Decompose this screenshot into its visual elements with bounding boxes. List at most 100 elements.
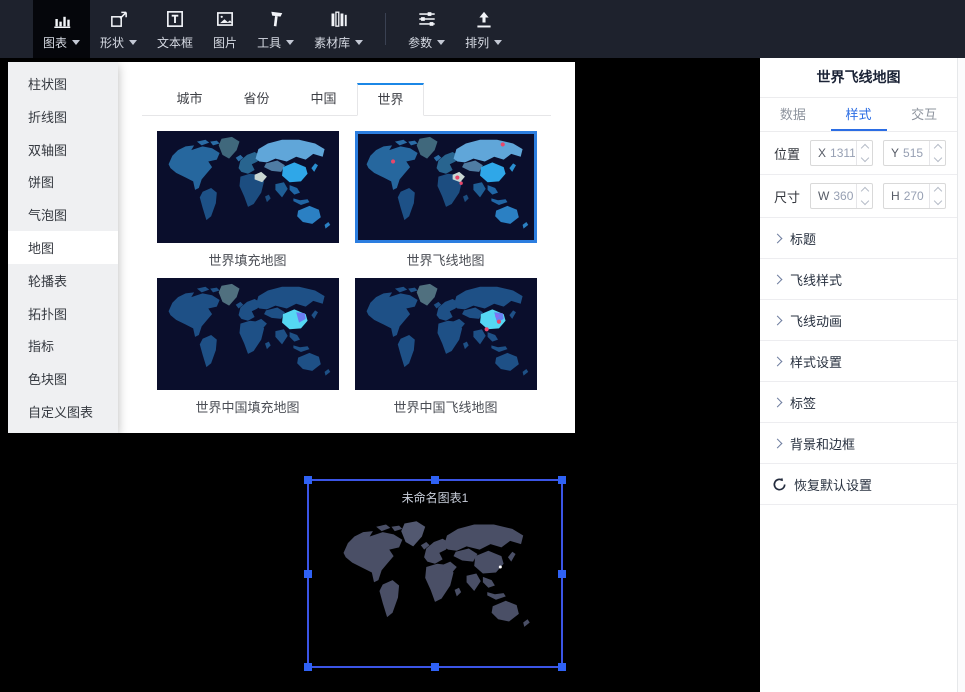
x-stepper[interactable] [856, 141, 872, 165]
h-value: 270 [904, 189, 924, 203]
world-china-flight-thumbnail[interactable] [355, 278, 537, 390]
chevron-right-icon [773, 356, 783, 366]
tab-china[interactable]: 中国 [290, 83, 357, 115]
tab-city[interactable]: 城市 [156, 83, 223, 115]
world-china-fill-thumbnail[interactable] [157, 278, 339, 390]
canvas-world-map [337, 519, 533, 639]
x-position-input[interactable]: X 1311 [810, 140, 873, 166]
map-option-label: 世界飞线地图 [355, 250, 537, 269]
toolbar-charts-label: 图表 [43, 34, 67, 51]
h-stepper[interactable] [929, 184, 945, 208]
menu-item-color-block[interactable]: 色块图 [8, 362, 118, 395]
position-row: 位置 X 1311 Y 515 [760, 132, 957, 175]
toolbar-tools-button[interactable]: 工具 [247, 0, 304, 58]
world-fill-thumbnail[interactable] [157, 131, 339, 243]
menu-item-carousel-table[interactable]: 轮播表 [8, 264, 118, 297]
size-label: 尺寸 [774, 187, 800, 206]
section-background-border[interactable]: 背景和边框 [760, 423, 957, 464]
toolbar-material-library-label: 素材库 [314, 34, 350, 51]
resize-handle-nw[interactable] [304, 476, 312, 484]
resize-handle-se[interactable] [558, 663, 566, 671]
y-value: 515 [903, 146, 923, 160]
menu-item-dual-axis-chart[interactable]: 双轴图 [8, 133, 118, 166]
decrement-icon[interactable] [860, 154, 868, 162]
tab-province[interactable]: 省份 [223, 83, 290, 115]
chevron-right-icon [773, 315, 783, 325]
inspector-title: 世界飞线地图 [760, 58, 957, 98]
increment-icon[interactable] [860, 187, 868, 195]
map-thumbnail-grid: 世界填充地图 世界飞线地图 世界中国填充地图 世界中国飞线地图 [118, 131, 575, 425]
resize-handle-s[interactable] [431, 663, 439, 671]
tab-interaction[interactable]: 交互 [891, 98, 957, 131]
toolbar-charts-button[interactable]: 图表 [33, 0, 90, 58]
chevron-right-icon [773, 233, 783, 243]
resize-handle-n[interactable] [431, 476, 439, 484]
map-gallery-tabs: 城市 省份 中国 世界 [142, 83, 551, 116]
inspector-panel: 世界飞线地图 数据 样式 交互 位置 X 1311 Y 515 尺寸 W 360 [760, 58, 957, 692]
tab-data[interactable]: 数据 [760, 98, 826, 131]
inspector-tabs: 数据 样式 交互 [760, 98, 957, 132]
toolbar-material-library-button[interactable]: 素材库 [304, 0, 373, 58]
menu-item-topology[interactable]: 拓扑图 [8, 297, 118, 330]
section-title[interactable]: 标题 [760, 218, 957, 259]
toolbar-parameters-button[interactable]: 参数 [398, 0, 455, 58]
map-option-world-fill[interactable]: 世界填充地图 [157, 131, 339, 278]
decrement-icon[interactable] [933, 197, 941, 205]
section-flight-line-animation[interactable]: 飞线动画 [760, 300, 957, 341]
section-flight-line-style[interactable]: 飞线样式 [760, 259, 957, 300]
world-flight-thumbnail[interactable] [355, 131, 537, 243]
menu-item-bubble-chart[interactable]: 气泡图 [8, 198, 118, 231]
section-style-settings[interactable]: 样式设置 [760, 341, 957, 382]
map-option-label: 世界填充地图 [157, 250, 339, 269]
selected-chart-widget[interactable]: 未命名图表1 [307, 479, 563, 668]
map-option-world-flight[interactable]: 世界飞线地图 [355, 131, 537, 278]
resize-handle-w[interactable] [304, 570, 312, 578]
w-stepper[interactable] [856, 184, 872, 208]
section-labels[interactable]: 标签 [760, 382, 957, 423]
resize-handle-sw[interactable] [304, 663, 312, 671]
toolbar-arrange-label: 排列 [465, 34, 489, 51]
position-label: 位置 [774, 144, 800, 163]
increment-icon[interactable] [933, 187, 941, 195]
decrement-icon[interactable] [933, 154, 941, 162]
chevron-right-icon [773, 397, 783, 407]
menu-item-pie-chart[interactable]: 饼图 [8, 165, 118, 198]
y-prefix-label: Y [891, 146, 899, 160]
tab-world[interactable]: 世界 [357, 83, 424, 116]
menu-item-line-chart[interactable]: 折线图 [8, 100, 118, 133]
chevron-down-icon [72, 40, 80, 45]
resize-handle-ne[interactable] [558, 476, 566, 484]
toolbar-shapes-label: 形状 [100, 34, 124, 51]
chevron-right-icon [773, 274, 783, 284]
resize-handle-e[interactable] [558, 570, 566, 578]
toolbar-shapes-button[interactable]: 形状 [90, 0, 147, 58]
menu-item-bar-chart[interactable]: 柱状图 [8, 67, 118, 100]
width-input[interactable]: W 360 [810, 183, 873, 209]
reset-default-settings-button[interactable]: 恢复默认设置 [760, 464, 957, 505]
increment-icon[interactable] [933, 144, 941, 152]
arrange-icon [473, 8, 495, 30]
increment-icon[interactable] [860, 144, 868, 152]
toolbar-parameters-label: 参数 [408, 34, 432, 51]
tab-style[interactable]: 样式 [826, 98, 892, 131]
toolbar-image-button[interactable]: 图片 [203, 0, 247, 58]
y-position-input[interactable]: Y 515 [883, 140, 946, 166]
x-prefix-label: X [818, 146, 826, 160]
menu-item-custom-chart[interactable]: 自定义图表 [8, 395, 118, 428]
y-stepper[interactable] [929, 141, 945, 165]
top-toolbar: 图表 形状 文本框 图片 工具 [0, 0, 965, 58]
toolbar-arrange-button[interactable]: 排列 [455, 0, 512, 58]
map-option-world-china-flight[interactable]: 世界中国飞线地图 [355, 278, 537, 425]
height-input[interactable]: H 270 [883, 183, 946, 209]
menu-item-map[interactable]: 地图 [8, 231, 118, 264]
map-option-world-china-fill[interactable]: 世界中国填充地图 [157, 278, 339, 425]
decrement-icon[interactable] [860, 197, 868, 205]
menu-item-indicator[interactable]: 指标 [8, 330, 118, 363]
map-option-label: 世界中国填充地图 [157, 397, 339, 416]
inspector-scrollbar[interactable] [957, 58, 965, 692]
chevron-down-icon [286, 40, 294, 45]
toolbar-separator [385, 13, 386, 45]
map-option-label: 世界中国飞线地图 [355, 397, 537, 416]
toolbar-textbox-button[interactable]: 文本框 [147, 0, 203, 58]
hammer-icon [265, 8, 287, 30]
